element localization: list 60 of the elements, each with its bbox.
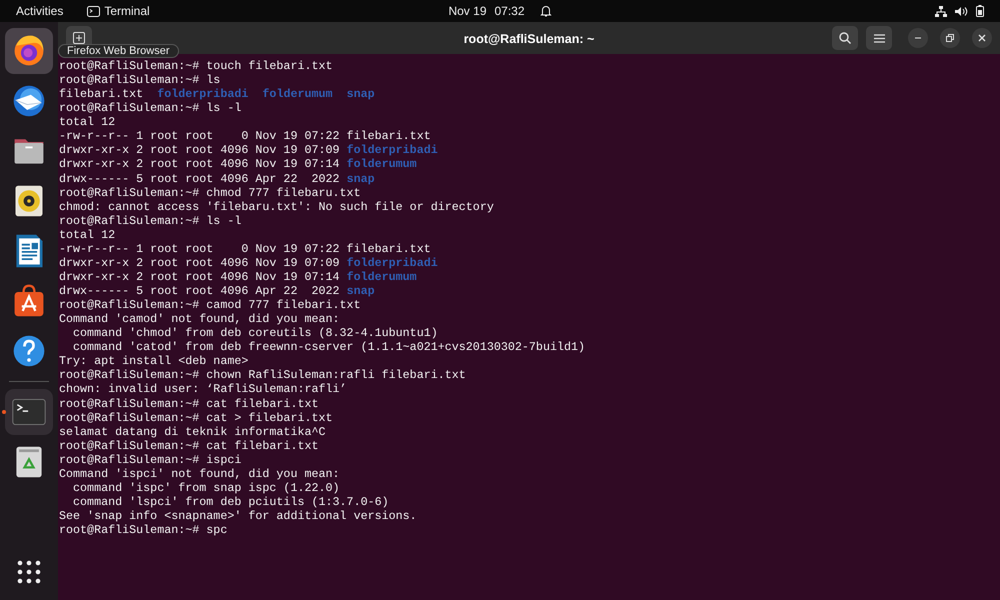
search-button[interactable] [832,26,858,50]
terminal-line: Command 'ispci' not found, did you mean: [59,466,340,481]
app-menu[interactable]: Terminal [104,2,150,20]
terminal-line: filebari.txt folderpribadi folderumum snap [59,87,375,102]
restore-button[interactable] [940,28,960,48]
terminal-line: selamat datang di teknik informatika^C [59,424,326,439]
restore-icon [946,34,954,42]
help-icon [11,333,47,369]
terminal-line: drwx------ 5 root root 4096 Apr 22 2022 snap [59,284,375,298]
terminal-line: drwxr-xr-x 2 root root 4096 Nov 19 07:09 folderpribadi [59,143,438,158]
terminal-line: command 'chmod' from deb coreutils (8.32-4.1ubuntu1) [72,326,438,340]
app-grid-icon[interactable] [17,560,41,584]
terminal-line: root@RafliSuleman:~# ispci [59,452,242,467]
close-button[interactable] [972,28,992,48]
terminal-line: command 'ispc' from snap ispc (1.22.0) [72,480,340,495]
terminal-line: -rw-r--r-- 1 root root 0 Nov 19 07:22 filebari.txt [59,129,431,144]
close-icon [978,34,986,42]
terminal-line: command 'lspci' from deb pciutils (1:3.7.0-6) [72,494,389,509]
terminal-line: Command 'camod' not found, did you mean: [59,312,340,326]
terminal-line: root@RafliSuleman:~# ls [59,73,220,88]
system-menu[interactable] [935,5,984,17]
window-title: root@RafliSuleman: ~ [464,31,594,48]
tooltip: Firefox Web Browser [58,44,178,58]
terminal-line: drwx------ 5 root root 4096 Apr 22 2022 snap [59,172,375,186]
volume-icon [955,6,968,16]
terminal-line: root@RafliSuleman:~# chmod 777 filebaru.txt [59,186,361,200]
terminal-line: drwxr-xr-x 2 root root 4096 Nov 19 07:09 folderpribadi [59,256,438,270]
network-icon [935,6,947,16]
terminal-line: drwxr-xr-x 2 root root 4096 Nov 19 07:14 folderumum [59,270,417,284]
menu-icon [874,34,884,42]
terminal-line: root@RafliSuleman:~# ls -l [59,101,242,116]
terminal-line: total 12 [59,228,116,242]
terminal-line: root@RafliSuleman:~# cat filebari.txt [59,438,319,453]
terminal-line: root@RafliSuleman:~# chown RafliSuleman:rafli filebari.txt [59,368,466,382]
menu-button[interactable] [866,26,892,50]
search-icon [839,32,851,44]
running-indicator [2,410,6,414]
terminal-line: root@RafliSuleman:~# spc [59,523,228,538]
terminal-line: root@RafliSuleman:~# cat > filebari.txt [59,410,333,425]
terminal-line: total 12 [59,115,116,130]
battery-icon [976,5,984,17]
terminal-line: chmod: cannot access 'filebaru.txt': No such file or directory [59,200,494,214]
minimize-icon [915,37,921,39]
terminal-line: See 'snap info <snapname>' for additional versions. [59,509,417,524]
terminal-line: drwxr-xr-x 2 root root 4096 Nov 19 07:14 folderumum [59,157,417,172]
mail-icon [11,83,47,119]
terminal-line: root@RafliSuleman:~# camod 777 filebari.txt [59,298,361,312]
activities-button[interactable]: Activities [16,2,64,20]
terminal-line: root@RafliSuleman:~# ls -l [59,214,242,228]
dock-item[interactable] [5,28,53,74]
terminal-line: Try: apt install <deb name> [59,354,248,368]
terminal-icon [87,6,100,16]
alarm-icon [540,5,552,17]
terminal-line: command 'catod' from deb freewnn-cserver (1.1.1~a021+cvs20130302-7build1) [72,340,586,354]
clock[interactable]: Nov 19 07:32 [448,0,552,22]
terminal-line: chown: invalid user: ‘RafliSuleman:rafli’ [59,382,347,396]
terminal-line: root@RafliSuleman:~# touch filebari.txt [59,59,333,74]
new-tab-icon [73,32,85,44]
terminal-line: root@RafliSuleman:~# cat filebari.txt [59,396,319,411]
terminal-line: -rw-r--r-- 1 root root 0 Nov 19 07:22 filebari.txt [59,242,431,256]
